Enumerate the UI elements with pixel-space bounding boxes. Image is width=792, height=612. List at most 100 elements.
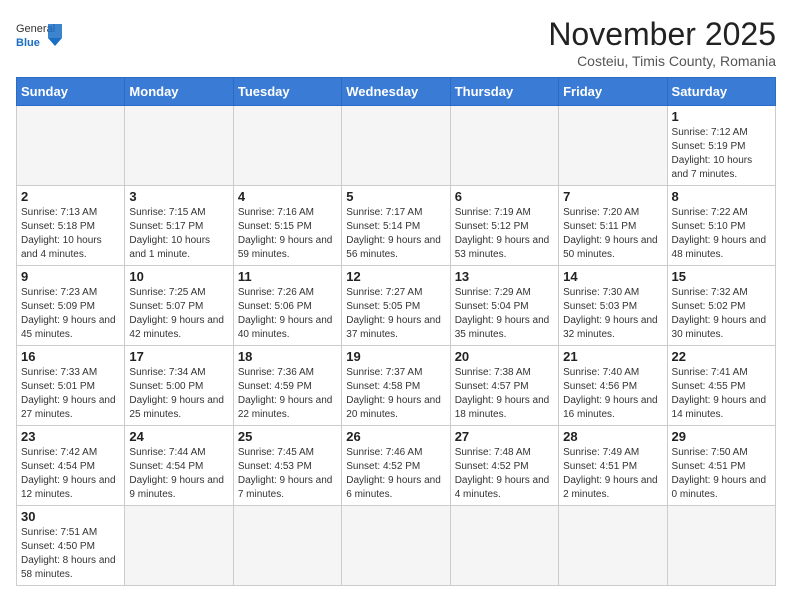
day-number: 22 [672, 349, 771, 364]
calendar-week-row: 1Sunrise: 7:12 AM Sunset: 5:19 PM Daylig… [17, 106, 776, 186]
day-number: 9 [21, 269, 120, 284]
calendar-day-cell: 26 Sunrise: 7:46 AM Sunset: 4:52 PM Dayli… [342, 426, 450, 506]
calendar-day-header: Saturday [667, 78, 775, 106]
calendar-day-cell [559, 106, 667, 186]
calendar-day-cell: 17 Sunrise: 7:34 AM Sunset: 5:00 PM Dayli… [125, 346, 233, 426]
calendar-day-cell [125, 506, 233, 586]
day-number: 4 [238, 189, 337, 204]
svg-text:Blue: Blue [16, 37, 40, 49]
calendar-day-cell: 12 Sunrise: 7:27 AM Sunset: 5:05 PM Dayli… [342, 266, 450, 346]
calendar-day-cell: 13 Sunrise: 7:29 AM Sunset: 5:04 PM Dayli… [450, 266, 558, 346]
day-number: 8 [672, 189, 771, 204]
day-number: 7 [563, 189, 662, 204]
title-block: November 2025 Costeiu, Timis County, Rom… [548, 16, 776, 69]
calendar-day-cell: 19Sunrise: 7:37 AM Sunset: 4:58 PM Dayli… [342, 346, 450, 426]
calendar-day-cell [450, 506, 558, 586]
day-info: Sunrise: 7:44 AM Sunset: 4:54 PM Dayligh… [129, 446, 228, 502]
day-number: 17 [129, 349, 228, 364]
calendar-week-row: 2Sunrise: 7:13 AM Sunset: 5:18 PM Daylig… [17, 186, 776, 266]
day-info: Sunrise: 7:22 AM Sunset: 5:10 PM Dayligh… [672, 206, 771, 262]
calendar-day-cell [450, 106, 558, 186]
calendar-day-header: Wednesday [342, 78, 450, 106]
calendar-body: 1Sunrise: 7:12 AM Sunset: 5:19 PM Daylig… [17, 106, 776, 586]
calendar-day-cell [342, 106, 450, 186]
calendar-day-cell: 25Sunrise: 7:45 AM Sunset: 4:53 PM Dayli… [233, 426, 341, 506]
calendar-table: SundayMondayTuesdayWednesdayThursdayFrid… [16, 77, 776, 586]
calendar-day-cell: 2Sunrise: 7:13 AM Sunset: 5:18 PM Daylig… [17, 186, 125, 266]
day-number: 26 [346, 429, 445, 444]
calendar-day-header: Friday [559, 78, 667, 106]
calendar-day-cell: 22 Sunrise: 7:41 AM Sunset: 4:55 PM Dayli… [667, 346, 775, 426]
calendar-day-cell: 1Sunrise: 7:12 AM Sunset: 5:19 PM Daylig… [667, 106, 775, 186]
calendar-day-cell: 6Sunrise: 7:19 AM Sunset: 5:12 PM Daylig… [450, 186, 558, 266]
day-info: Sunrise: 7:16 AM Sunset: 5:15 PM Dayligh… [238, 206, 337, 262]
calendar-week-row: 23 Sunrise: 7:42 AM Sunset: 4:54 PM Dayli… [17, 426, 776, 506]
day-number: 15 [672, 269, 771, 284]
day-info: Sunrise: 7:13 AM Sunset: 5:18 PM Dayligh… [21, 206, 120, 262]
calendar-day-cell [667, 506, 775, 586]
day-info: Sunrise: 7:42 AM Sunset: 4:54 PM Dayligh… [21, 446, 120, 502]
day-number: 24 [129, 429, 228, 444]
day-number: 13 [455, 269, 554, 284]
day-info: Sunrise: 7:38 AM Sunset: 4:57 PM Dayligh… [455, 366, 554, 422]
day-info: Sunrise: 7:29 AM Sunset: 5:04 PM Dayligh… [455, 286, 554, 342]
calendar-day-header: Monday [125, 78, 233, 106]
calendar-day-cell: 28 Sunrise: 7:49 AM Sunset: 4:51 PM Dayli… [559, 426, 667, 506]
calendar-day-cell: 24 Sunrise: 7:44 AM Sunset: 4:54 PM Dayli… [125, 426, 233, 506]
day-info: Sunrise: 7:26 AM Sunset: 5:06 PM Dayligh… [238, 286, 337, 342]
day-info: Sunrise: 7:51 AM Sunset: 4:50 PM Dayligh… [21, 526, 120, 582]
day-number: 19 [346, 349, 445, 364]
calendar-day-cell: 20Sunrise: 7:38 AM Sunset: 4:57 PM Dayli… [450, 346, 558, 426]
day-number: 18 [238, 349, 337, 364]
day-info: Sunrise: 7:33 AM Sunset: 5:01 PM Dayligh… [21, 366, 120, 422]
day-info: Sunrise: 7:32 AM Sunset: 5:02 PM Dayligh… [672, 286, 771, 342]
calendar-day-cell [17, 106, 125, 186]
month-year-title: November 2025 [548, 16, 776, 53]
page-header: General Blue November 2025 Costeiu, Timi… [16, 16, 776, 69]
calendar-day-header: Tuesday [233, 78, 341, 106]
calendar-day-cell: 29Sunrise: 7:50 AM Sunset: 4:51 PM Dayli… [667, 426, 775, 506]
calendar-day-cell: 8 Sunrise: 7:22 AM Sunset: 5:10 PM Daylig… [667, 186, 775, 266]
day-number: 30 [21, 509, 120, 524]
day-info: Sunrise: 7:41 AM Sunset: 4:55 PM Dayligh… [672, 366, 771, 422]
day-number: 29 [672, 429, 771, 444]
day-number: 3 [129, 189, 228, 204]
calendar-day-cell: 4 Sunrise: 7:16 AM Sunset: 5:15 PM Daylig… [233, 186, 341, 266]
day-info: Sunrise: 7:12 AM Sunset: 5:19 PM Dayligh… [672, 126, 771, 182]
day-number: 6 [455, 189, 554, 204]
calendar-week-row: 30 Sunrise: 7:51 AM Sunset: 4:50 PM Dayli… [17, 506, 776, 586]
day-number: 21 [563, 349, 662, 364]
day-info: Sunrise: 7:48 AM Sunset: 4:52 PM Dayligh… [455, 446, 554, 502]
calendar-day-cell: 30 Sunrise: 7:51 AM Sunset: 4:50 PM Dayli… [17, 506, 125, 586]
calendar-day-cell: 9 Sunrise: 7:23 AM Sunset: 5:09 PM Daylig… [17, 266, 125, 346]
calendar-day-header: Thursday [450, 78, 558, 106]
calendar-day-header: Sunday [17, 78, 125, 106]
location-subtitle: Costeiu, Timis County, Romania [548, 53, 776, 69]
calendar-day-cell: 10 Sunrise: 7:25 AM Sunset: 5:07 PM Dayli… [125, 266, 233, 346]
day-number: 28 [563, 429, 662, 444]
day-number: 23 [21, 429, 120, 444]
day-info: Sunrise: 7:15 AM Sunset: 5:17 PM Dayligh… [129, 206, 228, 262]
day-info: Sunrise: 7:30 AM Sunset: 5:03 PM Dayligh… [563, 286, 662, 342]
day-number: 27 [455, 429, 554, 444]
day-number: 16 [21, 349, 120, 364]
day-number: 25 [238, 429, 337, 444]
day-info: Sunrise: 7:23 AM Sunset: 5:09 PM Dayligh… [21, 286, 120, 342]
day-info: Sunrise: 7:46 AM Sunset: 4:52 PM Dayligh… [346, 446, 445, 502]
day-info: Sunrise: 7:25 AM Sunset: 5:07 PM Dayligh… [129, 286, 228, 342]
generalblue-logo-icon: General Blue [16, 16, 66, 61]
day-info: Sunrise: 7:49 AM Sunset: 4:51 PM Dayligh… [563, 446, 662, 502]
day-info: Sunrise: 7:20 AM Sunset: 5:11 PM Dayligh… [563, 206, 662, 262]
day-info: Sunrise: 7:27 AM Sunset: 5:05 PM Dayligh… [346, 286, 445, 342]
day-number: 10 [129, 269, 228, 284]
day-number: 12 [346, 269, 445, 284]
calendar-day-cell: 23 Sunrise: 7:42 AM Sunset: 4:54 PM Dayli… [17, 426, 125, 506]
calendar-day-cell: 5Sunrise: 7:17 AM Sunset: 5:14 PM Daylig… [342, 186, 450, 266]
calendar-day-cell: 15 Sunrise: 7:32 AM Sunset: 5:02 PM Dayli… [667, 266, 775, 346]
day-info: Sunrise: 7:34 AM Sunset: 5:00 PM Dayligh… [129, 366, 228, 422]
calendar-day-cell [233, 506, 341, 586]
logo: General Blue [16, 16, 66, 61]
calendar-day-cell: 7 Sunrise: 7:20 AM Sunset: 5:11 PM Daylig… [559, 186, 667, 266]
calendar-day-cell: 11Sunrise: 7:26 AM Sunset: 5:06 PM Dayli… [233, 266, 341, 346]
calendar-day-cell: 16 Sunrise: 7:33 AM Sunset: 5:01 PM Dayli… [17, 346, 125, 426]
